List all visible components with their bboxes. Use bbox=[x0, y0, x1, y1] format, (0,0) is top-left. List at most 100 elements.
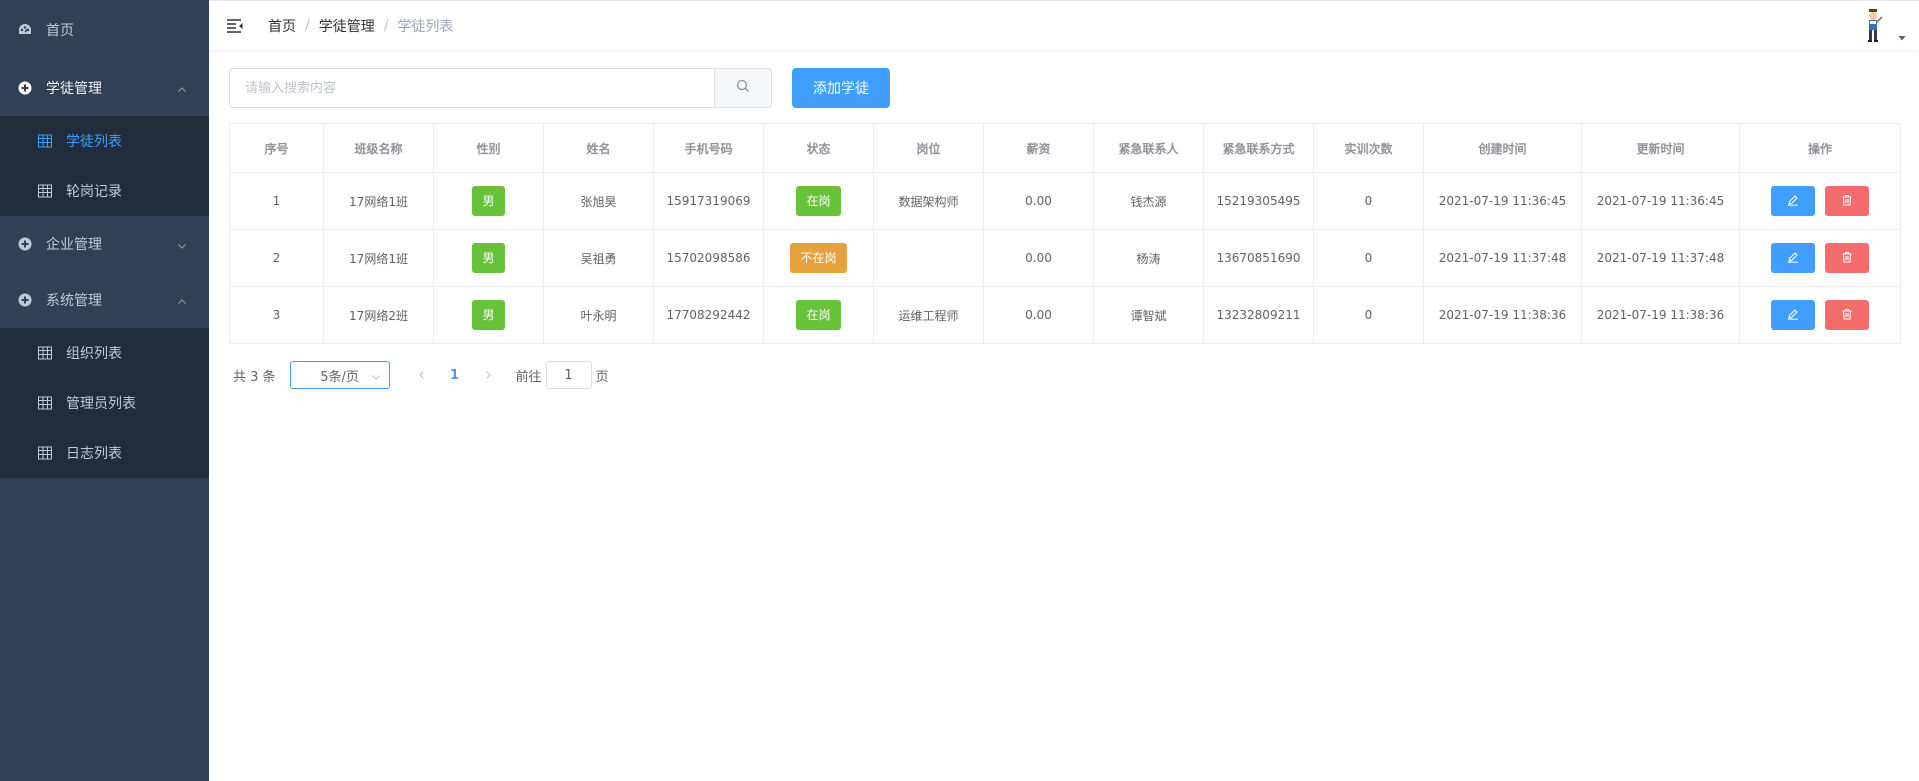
menu-item-home[interactable]: 首页 bbox=[0, 0, 209, 60]
cell-status: 不在岗 bbox=[763, 229, 874, 287]
cell-emergency-contact: 杨涛 bbox=[1093, 229, 1204, 287]
column-header: 性别 bbox=[433, 123, 544, 173]
table-row: 3 17网络2班 男 叶永明 17708292442 在岗 运维工程师 0.00… bbox=[229, 286, 1901, 344]
table-icon bbox=[38, 346, 52, 360]
pagination-total: 共 3 条 bbox=[233, 369, 276, 385]
edit-button[interactable] bbox=[1771, 243, 1815, 273]
column-header: 薪资 bbox=[983, 123, 1094, 173]
cell-position bbox=[873, 229, 984, 287]
menu-group-label: 系统管理 bbox=[46, 293, 102, 309]
sidebar-item-admin-list[interactable]: 管理员列表 bbox=[0, 378, 209, 428]
table-row: 1 17网络1班 男 张旭昊 15917319069 在岗 数据架构师 0.00… bbox=[229, 172, 1901, 230]
cell-name: 张旭昊 bbox=[543, 172, 654, 230]
sidebar-item-apprentice-list[interactable]: 学徒列表 bbox=[0, 116, 209, 166]
search-icon bbox=[736, 79, 750, 97]
submenu-apprentice: 学徒列表 轮岗记录 bbox=[0, 116, 209, 216]
delete-button[interactable] bbox=[1825, 186, 1869, 216]
breadcrumb-separator: / bbox=[383, 17, 389, 34]
sidebar-item-org-list[interactable]: 组织列表 bbox=[0, 328, 209, 378]
avatar[interactable] bbox=[1853, 7, 1891, 45]
cell-salary: 0.00 bbox=[983, 286, 1094, 344]
table-icon bbox=[38, 446, 52, 460]
search-button[interactable] bbox=[714, 68, 772, 108]
chevron-up-icon bbox=[177, 83, 187, 93]
cell-emergency-phone: 13670851690 bbox=[1203, 229, 1314, 287]
dashboard-icon bbox=[18, 23, 32, 37]
breadcrumb-separator: / bbox=[305, 17, 310, 34]
breadcrumb: 首页 / 学徒管理 / 学徒列表 bbox=[268, 16, 453, 36]
delete-button[interactable] bbox=[1825, 300, 1869, 330]
table-icon bbox=[38, 134, 52, 148]
column-header: 姓名 bbox=[543, 123, 654, 173]
status-badge: 在岗 bbox=[796, 186, 841, 216]
table-row: 2 17网络1班 男 吴祖勇 15702098586 不在岗 0.00 杨涛 1… bbox=[229, 229, 1901, 287]
menu-group-enterprise[interactable]: 企业管理 bbox=[0, 216, 209, 272]
edit-button[interactable] bbox=[1771, 300, 1815, 330]
sidebar-item-log-list[interactable]: 日志列表 bbox=[0, 428, 209, 478]
cell-actions bbox=[1739, 286, 1901, 344]
column-header: 更新时间 bbox=[1581, 123, 1740, 173]
edit-button[interactable] bbox=[1771, 186, 1815, 216]
page-number-current[interactable]: 1 bbox=[436, 368, 474, 383]
cell-created: 2021-07-19 11:38:36 bbox=[1423, 286, 1582, 344]
cell-salary: 0.00 bbox=[983, 172, 1094, 230]
cell-actions bbox=[1739, 172, 1901, 230]
goto-page-input[interactable] bbox=[545, 361, 592, 389]
gender-tag: 男 bbox=[472, 186, 505, 216]
cell-phone: 15702098586 bbox=[653, 229, 764, 287]
toolbar: 添加学徒 bbox=[229, 68, 1899, 108]
breadcrumb-item[interactable]: 学徒管理 bbox=[319, 16, 375, 36]
column-header: 实训次数 bbox=[1313, 123, 1424, 173]
page-size-value: 5条/页 bbox=[320, 369, 359, 385]
cell-status: 在岗 bbox=[763, 286, 874, 344]
menu-group-apprentice[interactable]: 学徒管理 bbox=[0, 60, 209, 116]
cell-index: 3 bbox=[229, 286, 324, 344]
status-badge: 不在岗 bbox=[790, 243, 847, 273]
menu-group-system[interactable]: 系统管理 bbox=[0, 272, 209, 328]
sidebar: 首页 学徒管理 学徒列表 轮岗记录 企业管理 系统管理 组织列表 管理员列表 日… bbox=[0, 0, 209, 781]
sidebar-item-label: 组织列表 bbox=[66, 346, 122, 362]
navbar: 首页 / 学徒管理 / 学徒列表 bbox=[209, 0, 1919, 50]
cell-training-count: 0 bbox=[1313, 172, 1424, 230]
goto-page: 前往 页 bbox=[516, 361, 609, 389]
column-header: 创建时间 bbox=[1423, 123, 1582, 173]
column-header: 序号 bbox=[229, 123, 324, 173]
apprentice-table: 序号 班级名称 性别 姓名 手机号码 状态 岗位 薪资 紧急联系人 紧急联系方式… bbox=[229, 123, 1901, 344]
cell-class-name: 17网络2班 bbox=[323, 286, 434, 344]
chevron-left-icon bbox=[418, 371, 424, 379]
column-header: 岗位 bbox=[873, 123, 984, 173]
edit-icon bbox=[1787, 194, 1799, 209]
cell-training-count: 0 bbox=[1313, 286, 1424, 344]
page-size-select[interactable]: 5条/页 bbox=[289, 361, 390, 389]
prev-page-button[interactable] bbox=[408, 361, 436, 389]
breadcrumb-item[interactable]: 首页 bbox=[268, 16, 296, 36]
edit-icon bbox=[1787, 308, 1799, 323]
user-menu[interactable] bbox=[1853, 7, 1907, 45]
caret-down-icon[interactable] bbox=[1897, 33, 1907, 43]
menu-group-label: 学徒管理 bbox=[46, 81, 102, 97]
pagination: 共 3 条 5条/页 1 前往 页 bbox=[229, 361, 1899, 389]
column-header: 状态 bbox=[763, 123, 874, 173]
next-page-button[interactable] bbox=[474, 361, 502, 389]
cell-phone: 17708292442 bbox=[653, 286, 764, 344]
cell-name: 叶永明 bbox=[543, 286, 654, 344]
gender-tag: 男 bbox=[472, 243, 505, 273]
status-badge: 在岗 bbox=[796, 300, 841, 330]
cell-emergency-contact: 钱杰源 bbox=[1093, 172, 1204, 230]
delete-button[interactable] bbox=[1825, 243, 1869, 273]
sidebar-item-label: 日志列表 bbox=[66, 446, 122, 462]
cell-created: 2021-07-19 11:37:48 bbox=[1423, 229, 1582, 287]
cell-gender: 男 bbox=[433, 286, 544, 344]
add-apprentice-button[interactable]: 添加学徒 bbox=[792, 68, 890, 108]
cell-created: 2021-07-19 11:36:45 bbox=[1423, 172, 1582, 230]
gender-tag: 男 bbox=[472, 300, 505, 330]
sidebar-item-rotation-records[interactable]: 轮岗记录 bbox=[0, 166, 209, 216]
search-input[interactable] bbox=[229, 68, 714, 108]
hamburger-icon[interactable] bbox=[226, 17, 244, 35]
cell-updated: 2021-07-19 11:36:45 bbox=[1581, 172, 1740, 230]
cell-name: 吴祖勇 bbox=[543, 229, 654, 287]
table-header-row: 序号 班级名称 性别 姓名 手机号码 状态 岗位 薪资 紧急联系人 紧急联系方式… bbox=[229, 123, 1901, 173]
cell-status: 在岗 bbox=[763, 172, 874, 230]
cell-emergency-contact: 谭智斌 bbox=[1093, 286, 1204, 344]
chevron-right-icon bbox=[485, 371, 491, 379]
